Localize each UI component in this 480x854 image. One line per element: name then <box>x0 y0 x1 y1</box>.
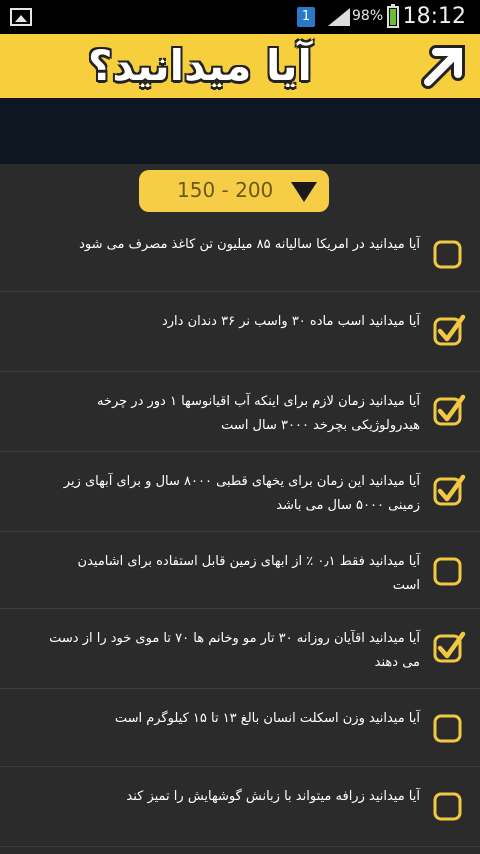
list-item[interactable]: آیا میدانید زمان لازم برای اینکه آب اقیا… <box>0 372 480 452</box>
image-notification-icon <box>10 8 32 26</box>
checkbox-empty-icon[interactable] <box>432 789 466 823</box>
signal-icon <box>328 8 350 26</box>
checkbox-checked-icon[interactable] <box>432 394 466 428</box>
fact-text: آیا میدانید زرافه میتواند با زبانش گوشها… <box>126 789 420 804</box>
checkbox-empty-icon[interactable] <box>432 237 466 271</box>
fact-text: آیا میدانید این زمان برای یخهای قطبی ۸۰۰… <box>63 474 420 513</box>
checkbox-empty-icon[interactable] <box>432 711 466 745</box>
checkbox-checked-icon[interactable] <box>432 631 466 665</box>
ad-banner[interactable] <box>0 98 480 164</box>
checkbox-checked-icon[interactable] <box>432 314 466 348</box>
status-bar: 1 98% 18:12 <box>0 0 480 34</box>
fact-text: آیا میدانید اسب ماده ۳۰ واسب نر ۳۶ دندان… <box>161 314 420 329</box>
checkbox-checked-icon[interactable] <box>432 474 466 508</box>
fact-text: آیا میدانید وزن اسکلت انسان بالغ ۱۳ تا ۱… <box>114 711 420 726</box>
list-item[interactable]: آیا میدانید زرافه میتواند با زبانش گوشها… <box>0 767 480 847</box>
fact-text: آیا میدانید در امریکا سالیانه ۸۵ میلیون … <box>79 237 420 252</box>
list-item[interactable]: آیا میدانید فقط ۰٫۱ ٪ از ابهای زمین قابل… <box>0 532 480 609</box>
checkbox-empty-icon[interactable] <box>432 554 466 588</box>
page-title: آیا میدانید؟ <box>88 41 312 90</box>
app-header: آیا میدانید؟ <box>0 34 480 98</box>
list-item[interactable]: آیا میدانید وزن اسکلت انسان بالغ ۱۳ تا ۱… <box>0 689 480 767</box>
list-item[interactable]: آیا میدانید در امریکا سالیانه ۸۵ میلیون … <box>0 215 480 292</box>
battery-icon <box>387 4 399 28</box>
fact-text: آیا میدانید زمان لازم برای اینکه آب اقیا… <box>96 394 420 433</box>
facts-list: آیا میدانید در امریکا سالیانه ۸۵ میلیون … <box>0 215 480 847</box>
fact-text: آیا میدانید اقآیان روزانه ۳۰ تار مو وخان… <box>49 631 420 670</box>
fact-text: آیا میدانید فقط ۰٫۱ ٪ از ابهای زمین قابل… <box>77 554 420 593</box>
arrow-up-right-icon[interactable] <box>418 42 470 90</box>
notification-badge: 1 <box>297 7 315 27</box>
battery-percent: 98% <box>352 8 384 24</box>
clock: 18:12 <box>402 4 466 29</box>
range-selector[interactable]: 150 - 200 <box>139 170 329 212</box>
list-item[interactable]: آیا میدانید اقآیان روزانه ۳۰ تار مو وخان… <box>0 609 480 689</box>
list-item[interactable]: آیا میدانید اسب ماده ۳۰ واسب نر ۳۶ دندان… <box>0 292 480 372</box>
list-item[interactable]: آیا میدانید این زمان برای یخهای قطبی ۸۰۰… <box>0 452 480 532</box>
range-selector-label: 150 - 200 <box>177 178 274 202</box>
dropdown-triangle-icon <box>291 182 317 202</box>
